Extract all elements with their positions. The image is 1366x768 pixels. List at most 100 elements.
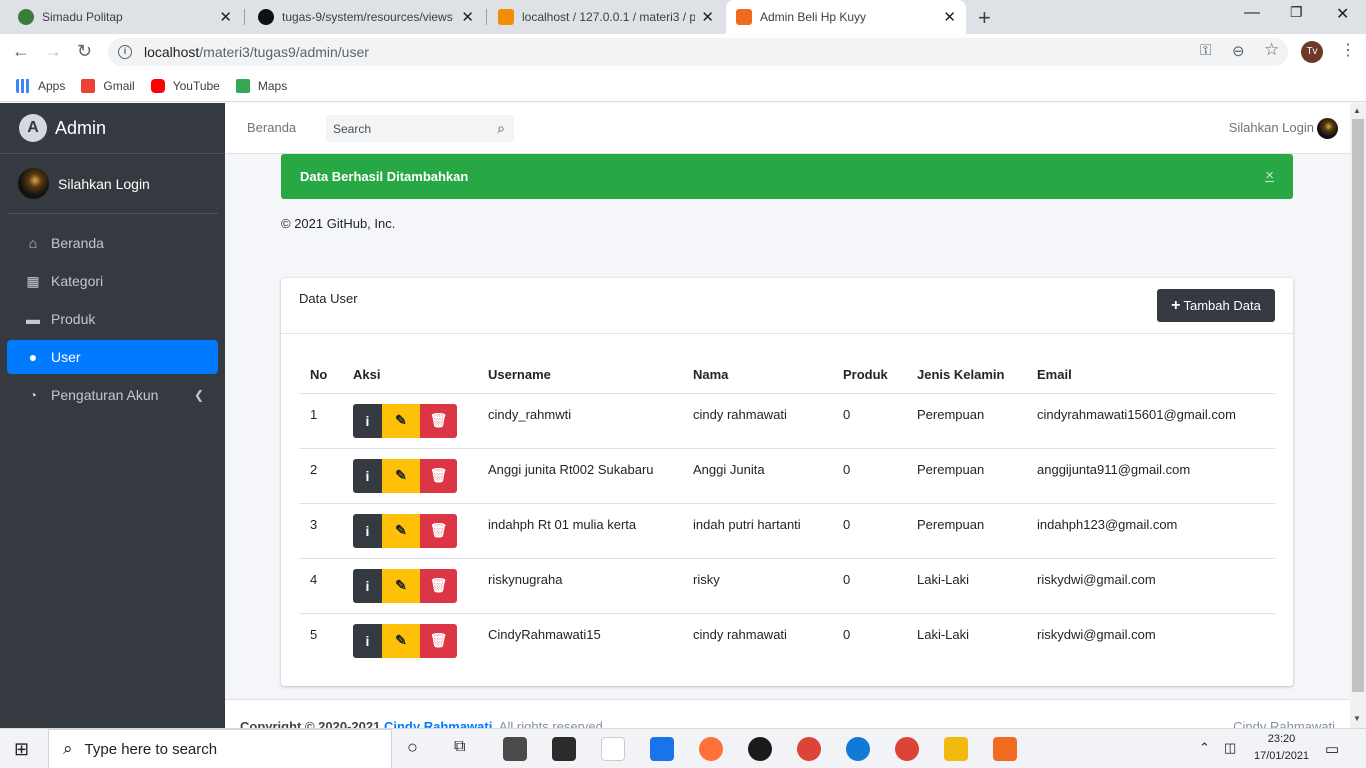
sublime-text-icon[interactable]	[503, 737, 527, 761]
file-explorer-icon[interactable]	[944, 737, 968, 761]
column-header: No	[299, 356, 342, 394]
forward-icon[interactable]: →	[44, 41, 62, 62]
inkscape-icon[interactable]	[748, 737, 772, 761]
bookmark-apps[interactable]: Apps	[16, 78, 65, 93]
sidebar-item-label: Beranda	[51, 235, 104, 251]
profile-avatar[interactable]: Tv	[1301, 41, 1323, 63]
cell-no: 3	[299, 503, 342, 559]
maps-icon	[235, 78, 250, 93]
browser-tab-github[interactable]: tugas-9/system/resources/views ✕	[248, 0, 484, 34]
bookmark-gmail[interactable]: Gmail	[81, 78, 135, 93]
info-button[interactable]: i	[353, 623, 382, 658]
taskbar-search[interactable]: ⌕ Type here to search	[48, 729, 392, 768]
edit-button[interactable]: ✎	[382, 568, 420, 603]
zoom-icon[interactable]: ⊖	[1232, 42, 1245, 60]
brand-link[interactable]: A Admin	[0, 103, 225, 154]
cortana-icon[interactable]: ○	[407, 737, 418, 758]
bookmark-youtube[interactable]: YouTube	[150, 78, 220, 93]
reload-icon[interactable]: ↻	[77, 41, 92, 62]
chrome-icon[interactable]	[797, 737, 821, 761]
navbar-home-link[interactable]: Beranda	[247, 120, 296, 135]
restore-icon[interactable]: ❐	[1290, 4, 1303, 21]
user-panel[interactable]: Silahkan Login	[7, 154, 218, 214]
sidebar-item-label: Produk	[51, 311, 96, 327]
mail-icon[interactable]	[650, 737, 674, 761]
sidebar-item-beranda[interactable]: ⌂ Beranda	[7, 226, 218, 260]
cell-nama: Anggi Junita	[682, 448, 832, 504]
delete-button[interactable]: 🗑	[420, 458, 457, 493]
edit-button[interactable]: ✎	[382, 623, 420, 658]
site-info-icon[interactable]: i	[118, 45, 132, 59]
scroll-up-icon[interactable]: ▲	[1353, 106, 1361, 115]
search-icon[interactable]: ⌕	[488, 120, 514, 137]
edge-icon[interactable]	[846, 737, 870, 761]
xampp-icon[interactable]	[993, 737, 1017, 761]
browser-tab-phpmyadmin[interactable]: localhost / 127.0.0.1 / materi3 / p ✕	[488, 0, 724, 34]
sidebar-menu: ⌂ Beranda ▦ Kategori ▬ Produk ● User ◔ P…	[0, 214, 225, 420]
close-tab-icon[interactable]: ✕	[461, 8, 474, 26]
windows-start-icon[interactable]: ⊞	[14, 739, 29, 760]
delete-button[interactable]: 🗑	[420, 513, 457, 548]
browser-tab-simadu[interactable]: Simadu Politap ✕	[8, 0, 242, 34]
browser-menu-icon[interactable]: ⋮	[1340, 40, 1356, 60]
user-avatar	[18, 168, 49, 199]
minimize-icon[interactable]: —	[1244, 4, 1260, 22]
navbar-search: ⌕	[326, 115, 514, 142]
edit-button[interactable]: ✎	[382, 513, 420, 548]
sidebar-item-kategori[interactable]: ▦ Kategori	[7, 264, 218, 298]
window-close-icon[interactable]: ✕	[1336, 4, 1349, 24]
new-tab-icon[interactable]: +	[978, 5, 991, 31]
task-view-icon[interactable]: ⧉	[454, 738, 465, 756]
chrome-profile-icon[interactable]	[895, 737, 919, 761]
tray-arrow-icon[interactable]: ⌃	[1199, 740, 1210, 756]
url-path: /materi3/tugas9/admin/user	[199, 44, 369, 60]
microsoft-store-icon[interactable]	[552, 737, 576, 761]
scroll-down-icon[interactable]: ▼	[1353, 714, 1361, 723]
sidebar-item-user[interactable]: ● User	[7, 340, 218, 374]
delete-button[interactable]: 🗑	[420, 568, 457, 603]
close-tab-icon[interactable]: ✕	[219, 8, 232, 26]
youtube-icon	[150, 78, 165, 93]
table-header-row: No Aksi Username Nama Produk Jenis Kelam…	[299, 356, 1275, 394]
bookmark-maps[interactable]: Maps	[235, 78, 287, 93]
delete-button[interactable]: 🗑	[420, 623, 457, 658]
search-input[interactable]	[326, 121, 488, 136]
home-icon: ⌂	[28, 235, 38, 251]
cell-actions: i ✎ 🗑	[342, 448, 477, 504]
add-data-button[interactable]: + Tambah Data	[1157, 289, 1275, 322]
edit-button[interactable]: ✎	[382, 458, 420, 493]
table-row: 4 i ✎ 🗑 riskynugraha risky 0 Laki-Laki r…	[299, 558, 1275, 614]
browser-tab-strip: Simadu Politap ✕ tugas-9/system/resource…	[0, 0, 1366, 34]
navbar-login-link[interactable]: Silahkan Login	[1229, 120, 1314, 135]
card-divider	[281, 333, 1293, 334]
delete-button[interactable]: 🗑	[420, 403, 457, 438]
info-button[interactable]: i	[353, 458, 382, 493]
alert-close-button[interactable]: ×	[1265, 167, 1274, 184]
page-footer: Copyright © 2020-2021 Cindy Rahmawati. A…	[225, 699, 1350, 734]
cell-username: riskynugraha	[477, 558, 682, 614]
info-button[interactable]: i	[353, 568, 382, 603]
info-button[interactable]: i	[353, 403, 382, 438]
firefox-icon[interactable]	[699, 737, 723, 761]
sidebar-item-produk[interactable]: ▬ Produk	[7, 302, 218, 336]
notifications-icon[interactable]: ▭	[1325, 740, 1339, 758]
browser-tab-admin[interactable]: Admin Beli Hp Kuyy ✕	[726, 0, 966, 34]
amazon-icon[interactable]	[601, 737, 625, 761]
scrollbar-thumb[interactable]	[1352, 119, 1364, 692]
taskbar-clock[interactable]: 23:20 17/01/2021	[1254, 731, 1309, 765]
close-tab-icon[interactable]: ✕	[943, 8, 956, 26]
key-icon[interactable]: ⚿	[1200, 42, 1211, 59]
page-scrollbar[interactable]: ▲ ▼	[1350, 103, 1366, 728]
navbar-user-avatar[interactable]	[1317, 118, 1338, 139]
network-icon[interactable]: ◫	[1224, 740, 1236, 756]
tab-title: localhost / 127.0.0.1 / materi3 / p	[522, 10, 696, 24]
address-bar[interactable]: i localhost/materi3/tugas9/admin/user	[108, 38, 1288, 66]
simadu-favicon-icon	[18, 9, 34, 25]
main-content: Data Berhasil Ditambahkan × © 2021 GitHu…	[225, 154, 1350, 728]
close-tab-icon[interactable]: ✕	[701, 8, 714, 26]
back-icon[interactable]: ←	[12, 41, 30, 62]
bookmark-star-icon[interactable]: ☆	[1264, 40, 1279, 60]
sidebar-item-pengaturan-akun[interactable]: ◔ Pengaturan Akun ❮	[7, 378, 218, 412]
edit-button[interactable]: ✎	[382, 403, 420, 438]
info-button[interactable]: i	[353, 513, 382, 548]
